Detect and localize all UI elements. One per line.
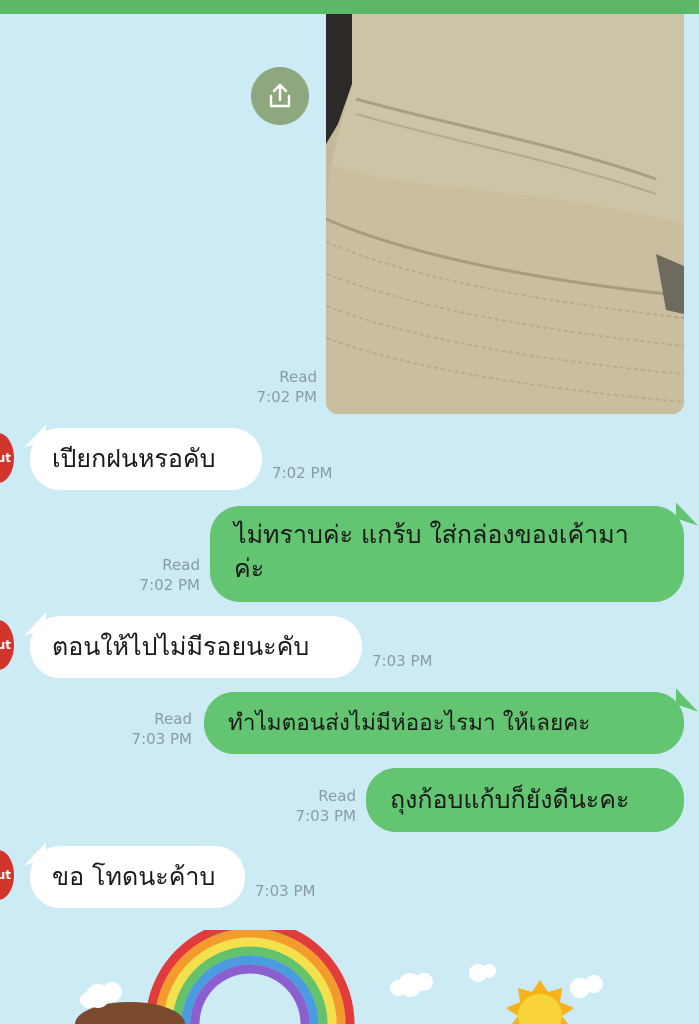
message-meta: Read 7:02 PM (240, 367, 317, 407)
message-text: ทำไมตอนส่งไม่มีห่ออะไรมา ให้เลยคะ (228, 710, 591, 736)
incoming-message: ตอนให้ไปไม่มีรอยนะคับ (30, 616, 362, 678)
contact-avatar[interactable]: ut (0, 433, 14, 483)
message-time: 7:03 PM (255, 882, 316, 900)
read-status: Read (279, 368, 317, 386)
contact-avatar[interactable]: ut (0, 620, 14, 670)
incoming-message: เปียกฝนหรอคับ (30, 428, 262, 490)
contact-avatar[interactable]: ut (0, 850, 14, 900)
message-time: 7:02 PM (256, 388, 317, 406)
message-time: 7:03 PM (295, 807, 356, 825)
hat-photo (326, 14, 684, 414)
header-bar (0, 0, 699, 14)
sun-icon (506, 980, 574, 1024)
read-status: Read (318, 787, 356, 805)
share-icon (269, 83, 291, 108)
message-text: เปียกฝนหรอคับ (52, 444, 216, 473)
rainbow-icon (145, 930, 355, 1024)
read-status: Read (162, 556, 200, 574)
message-time: 7:03 PM (131, 730, 192, 748)
outgoing-message: ไม่ทราบค่ะ แกร้บ ใส่กล่องของเค้ามา ค่ะ (210, 506, 684, 602)
message-text-line2: ค่ะ (234, 554, 265, 583)
message-text-line1: ไม่ทราบค่ะ แกร้บ ใส่กล่องของเค้ามา (234, 520, 629, 549)
message-text: ถุงก้อบแก้บก็ยังดีนะคะ (390, 785, 630, 814)
cloud-icon (469, 964, 496, 982)
outgoing-message: ทำไมตอนส่งไม่มีห่ออะไรมา ให้เลยคะ (204, 692, 684, 754)
wallpaper-decoration (75, 930, 603, 1024)
cloud-icon (570, 975, 603, 998)
message-meta: Read 7:03 PM (276, 786, 356, 826)
message-meta: Read 7:03 PM (112, 709, 192, 749)
incoming-message: ขอ โทดนะค้าบ (30, 846, 245, 908)
message-text: ขอ โทดนะค้าบ (52, 862, 216, 891)
cloud-icon (390, 973, 433, 997)
photo-message[interactable] (326, 14, 684, 414)
message-time: 7:02 PM (272, 464, 333, 482)
message-text: ตอนให้ไปไม่มีรอยนะคับ (52, 632, 310, 661)
share-button[interactable] (251, 67, 309, 125)
message-time: 7:03 PM (372, 652, 433, 670)
message-meta: Read 7:02 PM (120, 555, 200, 595)
read-status: Read (154, 710, 192, 728)
outgoing-message: ถุงก้อบแก้บก็ยังดีนะคะ (366, 768, 684, 832)
message-time: 7:02 PM (139, 576, 200, 594)
